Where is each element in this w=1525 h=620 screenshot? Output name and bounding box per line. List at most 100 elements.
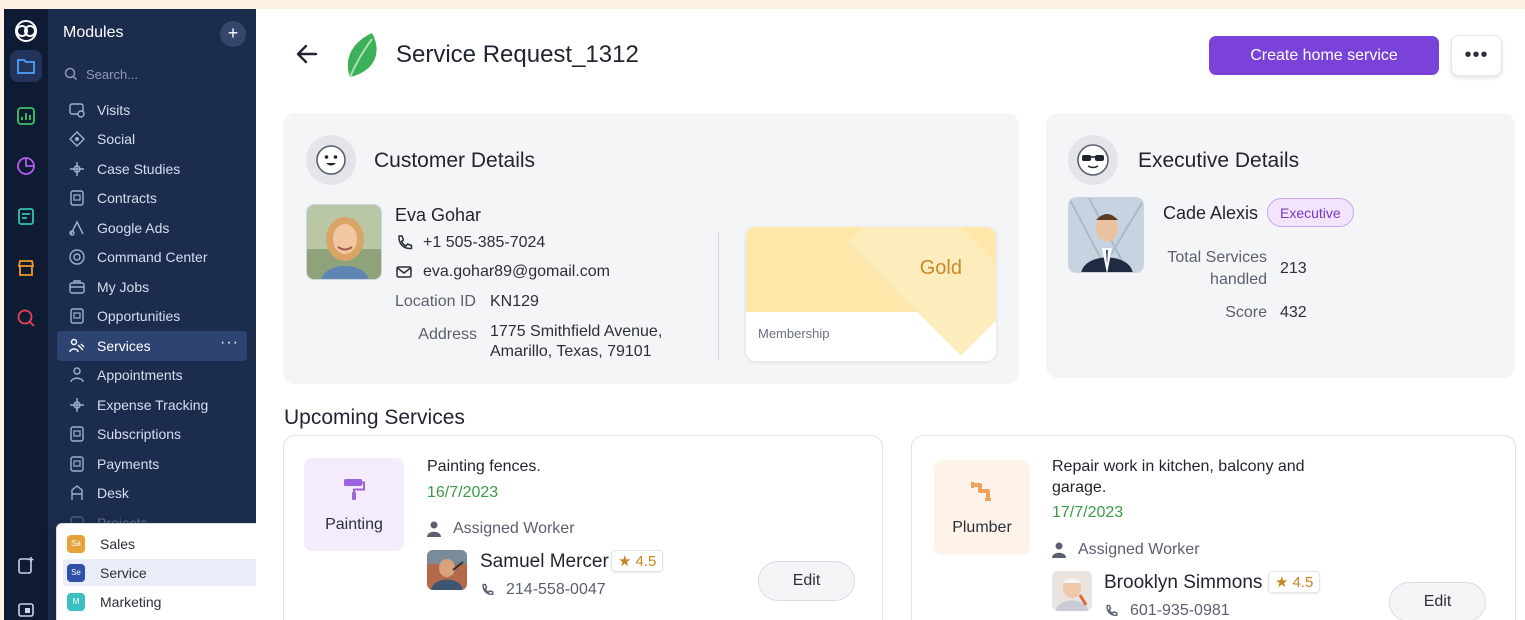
module-item-my-jobs[interactable]: My Jobs (57, 272, 247, 302)
module-item-services[interactable]: Services ··· (57, 331, 247, 361)
executive-name: Cade Alexis (1163, 203, 1259, 223)
module-item-command-center[interactable]: Command Center (57, 243, 247, 273)
payments-icon (67, 454, 87, 474)
customer-details-card: Customer Details Eva Gohar +1 505-385-70… (283, 113, 1019, 384)
service-title-line-2: garage. (1052, 479, 1107, 496)
appointments-icon (67, 365, 87, 385)
module-item-visits[interactable]: Visits (57, 95, 247, 125)
customer-email: eva.gohar89@gomail.com (395, 263, 610, 281)
paint-roller-icon (344, 478, 365, 500)
workspace-item-sales[interactable]: Sa Sales (63, 530, 279, 557)
module-list: Visits Social Case Studies Contracts Goo… (57, 95, 247, 538)
worker-rating: ★ 4.5 (1268, 571, 1321, 593)
module-item-payments[interactable]: Payments (57, 449, 247, 479)
contracts-icon (67, 188, 87, 208)
services-label-line-1: Total Services (1167, 249, 1267, 266)
star-icon: ★ (1275, 574, 1289, 591)
module-item-google-ads[interactable]: Google Ads (57, 213, 247, 243)
app-rail (4, 9, 48, 620)
analytics-icon[interactable] (10, 100, 42, 132)
sales-badge-icon: Sa (67, 534, 85, 553)
membership-tier: Gold (919, 257, 962, 279)
search-analytics-icon[interactable] (10, 302, 42, 334)
back-arrow-icon[interactable] (294, 41, 320, 72)
service-date: 17/7/2023 (1052, 504, 1124, 521)
subscriptions-icon (67, 424, 87, 444)
phone-icon (1106, 604, 1118, 616)
sunglasses-icon (1068, 135, 1118, 185)
service-card: Painting Painting fences. 16/7/2023 Assi… (283, 435, 883, 620)
services-value: 213 (1280, 260, 1307, 277)
customer-phone: +1 505-385-7024 (395, 234, 545, 252)
worker-phone: 214-558-0047 (480, 581, 606, 599)
service-card: Plumber Repair work in kitchen, balcony … (911, 435, 1516, 620)
case-studies-icon (67, 159, 87, 179)
add-module-button[interactable]: + (220, 21, 246, 47)
executive-avatar (1068, 197, 1144, 273)
module-item-subscriptions[interactable]: Subscriptions (57, 420, 247, 450)
app-logo-icon[interactable] (10, 15, 42, 47)
location-value: KN129 (490, 293, 539, 310)
service-badge-icon: Se (67, 563, 85, 582)
worker-phone: 601-935-0981 (1104, 602, 1230, 620)
folder-icon[interactable] (10, 50, 42, 82)
create-home-service-button[interactable]: Create home service (1209, 36, 1439, 75)
module-item-opportunities[interactable]: Opportunities (57, 302, 247, 332)
marketing-badge-icon: M (67, 592, 85, 611)
executive-details-title: Executive Details (1138, 149, 1300, 172)
service-title: Painting fences. (427, 458, 541, 475)
module-item-expense-tracking[interactable]: Expense Tracking (57, 390, 247, 420)
address-line-1: 1775 Smithfield Avenue, (490, 323, 663, 340)
score-value: 432 (1280, 304, 1307, 321)
location-label: Location ID (395, 293, 476, 310)
google-ads-icon (67, 218, 87, 238)
service-date: 16/7/2023 (427, 484, 499, 501)
upcoming-services-title: Upcoming Services (284, 406, 465, 429)
membership-card: Gold Membership (746, 227, 996, 361)
module-item-appointments[interactable]: Appointments (57, 361, 247, 391)
services-more-icon[interactable]: ··· (220, 334, 239, 352)
executive-role-badge: Executive (1267, 198, 1354, 227)
leaf-logo-icon (342, 31, 386, 86)
command-center-icon (67, 247, 87, 267)
module-item-contracts[interactable]: Contracts (57, 184, 247, 214)
store-icon[interactable] (10, 252, 42, 284)
membership-label: Membership (758, 326, 830, 341)
worker-rating: ★ 4.5 (611, 550, 664, 572)
more-options-button[interactable]: ••• (1451, 35, 1502, 76)
executive-details-card: Executive Details Cade Alexis Executive … (1046, 113, 1515, 378)
modules-title: Modules (63, 24, 124, 41)
module-item-case-studies[interactable]: Case Studies (57, 154, 247, 184)
workspace-icon[interactable] (10, 593, 42, 620)
worker-avatar (427, 550, 467, 590)
address-line-2: Amarillo, Texas, 79101 (490, 343, 652, 360)
search-placeholder: Search... (86, 66, 139, 82)
mail-icon (396, 266, 412, 278)
edit-button[interactable]: Edit (1389, 582, 1486, 620)
desk-icon (67, 483, 87, 503)
smiley-icon (306, 135, 356, 185)
star-icon: ★ (618, 553, 632, 570)
assigned-worker-label: Assigned Worker (1052, 541, 1200, 559)
assigned-worker-label: Assigned Worker (427, 520, 575, 538)
pie-chart-icon[interactable] (10, 150, 42, 182)
pipe-icon (971, 481, 991, 501)
add-note-icon[interactable] (10, 549, 42, 581)
workspace-item-service[interactable]: Se Service (63, 559, 279, 586)
category-tile: Plumber (934, 460, 1030, 555)
workspace-popup: Sa Sales Se Service M Marketing (56, 523, 285, 620)
module-item-desk[interactable]: Desk (57, 479, 247, 509)
social-icon (67, 129, 87, 149)
top-strip (0, 0, 1525, 9)
score-label: Score (1225, 304, 1267, 321)
module-item-social[interactable]: Social (57, 125, 247, 155)
main-content: Service Request_1312 Create home service… (256, 9, 1525, 620)
person-icon (427, 521, 441, 537)
edit-button[interactable]: Edit (758, 561, 855, 601)
page-title: Service Request_1312 (396, 41, 639, 68)
search-icon (64, 67, 78, 81)
notes-icon[interactable] (10, 200, 42, 232)
workspace-item-marketing[interactable]: M Marketing (63, 588, 279, 615)
opportunities-icon (67, 306, 87, 326)
module-search[interactable]: Search... (64, 64, 244, 84)
